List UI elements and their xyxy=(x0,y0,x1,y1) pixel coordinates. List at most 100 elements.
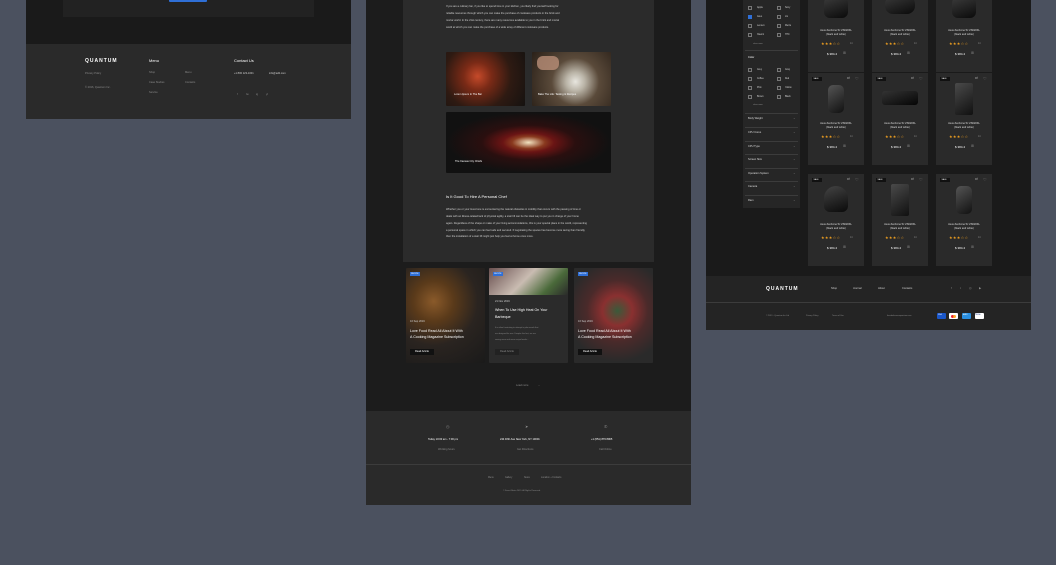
brand-label[interactable]: Lenovo xyxy=(757,25,765,27)
product-image[interactable] xyxy=(828,85,844,113)
compare-icon[interactable]: ⇄ xyxy=(911,76,914,81)
instagram-icon[interactable]: ◎ xyxy=(969,287,972,290)
brand-label[interactable]: Sony xyxy=(785,7,790,9)
product-card[interactable]: SALE ⇄ ♡ Asus ZenFone 5z ZS620KL (black and … xyxy=(808,174,864,266)
product-card[interactable]: SALE ⇄ ♡ Asus ZenFone 5z ZS620KL (black and … xyxy=(872,174,928,266)
product-name[interactable]: (black and white) xyxy=(808,227,864,231)
post-card-2[interactable]: RECIPE 21 Nov 2019 When To Use High Heat… xyxy=(489,268,568,363)
menu-link[interactable]: Menu xyxy=(185,71,192,75)
cart-icon[interactable]: ⊞ xyxy=(971,245,974,250)
product-image[interactable] xyxy=(952,0,976,18)
chevron-down-icon[interactable]: ⌄ xyxy=(793,145,796,148)
heart-icon[interactable]: ♡ xyxy=(919,178,923,182)
chevron-down-icon[interactable]: ⌄ xyxy=(793,185,796,188)
color-label[interactable]: Black xyxy=(785,96,791,98)
load-more-button[interactable]: Load more xyxy=(516,384,528,388)
color-label[interactable]: Yellow xyxy=(785,87,792,89)
footer-brand[interactable]: QUANTUM xyxy=(766,287,799,292)
product-card[interactable]: SALE ⇄ ♡ Asus ZenFone 5z ZS620KL (black and … xyxy=(872,73,928,165)
chevron-down-icon[interactable]: ⌄ xyxy=(793,172,796,175)
filter-section-4[interactable]: Operation System xyxy=(748,172,769,176)
color-checkbox[interactable] xyxy=(777,68,781,72)
brand-checkbox[interactable] xyxy=(777,15,781,19)
footer-link[interactable]: News xyxy=(524,477,530,479)
product-card[interactable]: Asus ZenFone 5z ZS620KL (black and white)… xyxy=(808,0,864,72)
product-name[interactable]: (black and white) xyxy=(808,33,864,37)
youtube-icon[interactable]: ▶ xyxy=(979,287,981,290)
product-image[interactable] xyxy=(956,186,972,214)
chevron-down-icon[interactable]: ⌄ xyxy=(793,131,796,134)
product-name[interactable]: (black and white) xyxy=(808,126,864,130)
color-checkbox[interactable] xyxy=(777,95,781,99)
show-more-link[interactable]: show more xyxy=(753,43,763,45)
compare-icon[interactable]: ⇄ xyxy=(975,76,978,81)
submit-button[interactable] xyxy=(169,0,207,2)
compare-icon[interactable]: ⇄ xyxy=(847,76,850,81)
brand-checkbox[interactable] xyxy=(748,33,752,37)
product-image[interactable] xyxy=(885,0,915,14)
heart-icon[interactable]: ♡ xyxy=(983,178,987,182)
privacy-link[interactable]: Privacy Policy xyxy=(85,72,101,76)
filter-section-6[interactable]: Ram xyxy=(748,199,753,203)
brand-label[interactable]: HTC xyxy=(785,34,790,36)
menu-link[interactable]: Case Studies xyxy=(149,81,164,85)
cart-icon[interactable]: ⊞ xyxy=(843,245,846,250)
filter-section-0[interactable]: Body Weight xyxy=(748,117,763,121)
product-image[interactable] xyxy=(882,91,918,105)
product-name[interactable]: (black and white) xyxy=(872,227,928,231)
youtube-icon[interactable]: yt xyxy=(266,93,268,97)
chevron-down-icon[interactable]: ⌄ xyxy=(793,158,796,161)
product-name[interactable]: (black and white) xyxy=(936,33,992,37)
footer-brand[interactable]: QUANTUM xyxy=(85,59,118,64)
read-article-button[interactable]: Read Article xyxy=(578,349,602,355)
product-name[interactable]: (black and white) xyxy=(872,126,928,130)
cart-icon[interactable]: ⊞ xyxy=(971,144,974,149)
heart-icon[interactable]: ♡ xyxy=(855,178,859,182)
menu-link[interactable]: Shop xyxy=(149,71,155,75)
color-label[interactable]: Pink xyxy=(757,87,761,89)
product-card[interactable]: SALE ⇄ ♡ Asus ZenFone 5z ZS620KL (black and … xyxy=(808,73,864,165)
footer-nav-shop[interactable]: Shop xyxy=(831,287,837,291)
brand-checkbox[interactable] xyxy=(748,15,752,19)
footer-nav-contacts[interactable]: Contacts xyxy=(902,287,912,291)
compare-icon[interactable]: ⇄ xyxy=(911,177,914,182)
footer-nav-about[interactable]: About xyxy=(878,287,885,291)
color-checkbox[interactable] xyxy=(777,77,781,81)
color-label[interactable]: Gray xyxy=(785,69,790,71)
read-article-button[interactable]: Read Article xyxy=(410,349,434,355)
twitter-icon[interactable]: tw xyxy=(246,93,249,97)
color-filter-title[interactable]: Color xyxy=(748,56,754,60)
color-label[interactable]: Brown xyxy=(757,96,764,98)
terms-link[interactable]: Terms of Use xyxy=(832,315,844,317)
brand-checkbox[interactable] xyxy=(777,33,781,37)
filter-section-5[interactable]: Camera xyxy=(748,185,757,189)
product-image[interactable] xyxy=(955,83,973,115)
color-label[interactable]: Red xyxy=(785,78,789,80)
color-checkbox[interactable] xyxy=(748,95,752,99)
post-card-3[interactable]: RECIPE 16 Sep 2019 Love Food Read All Ab… xyxy=(574,268,653,363)
product-card[interactable]: SALE ⇄ ♡ Asus ZenFone 5z ZS620KL (black and … xyxy=(936,174,992,266)
color-label[interactable]: Grey xyxy=(757,69,762,71)
heart-icon[interactable]: ♡ xyxy=(855,77,859,81)
heart-icon[interactable]: ♡ xyxy=(983,77,987,81)
facebook-icon[interactable]: f xyxy=(951,287,952,290)
product-image[interactable] xyxy=(824,186,848,212)
footer-link[interactable]: Gallery xyxy=(505,477,512,479)
cart-icon[interactable]: ⊞ xyxy=(907,51,910,56)
phone-link[interactable]: +1 800 123-1001 xyxy=(234,72,254,76)
filter-section-2[interactable]: CPU Type xyxy=(748,145,760,149)
brand-checkbox[interactable] xyxy=(777,6,781,10)
heart-icon[interactable]: ♡ xyxy=(919,77,923,81)
read-article-button[interactable]: Read Article xyxy=(495,349,519,355)
brand-label[interactable]: Xiaomi xyxy=(757,34,764,36)
product-image[interactable] xyxy=(891,184,909,216)
chevron-down-icon[interactable]: ⌄ xyxy=(793,117,796,120)
call-link[interactable]: Call Online xyxy=(599,448,612,452)
product-image[interactable] xyxy=(824,0,848,18)
product-name[interactable]: (black and white) xyxy=(872,33,928,37)
menu-link[interactable]: Contacts xyxy=(185,81,195,85)
product-card[interactable]: Asus ZenFone 5z ZS620KL (black and white)… xyxy=(872,0,928,72)
food-photo-1[interactable]: Lorem Ipsum In The Bar xyxy=(446,52,525,106)
product-name[interactable]: (black and white) xyxy=(936,126,992,130)
post-card-1[interactable]: RECIPE 16 Sep 2019 Love Food Read All Ab… xyxy=(406,268,485,363)
